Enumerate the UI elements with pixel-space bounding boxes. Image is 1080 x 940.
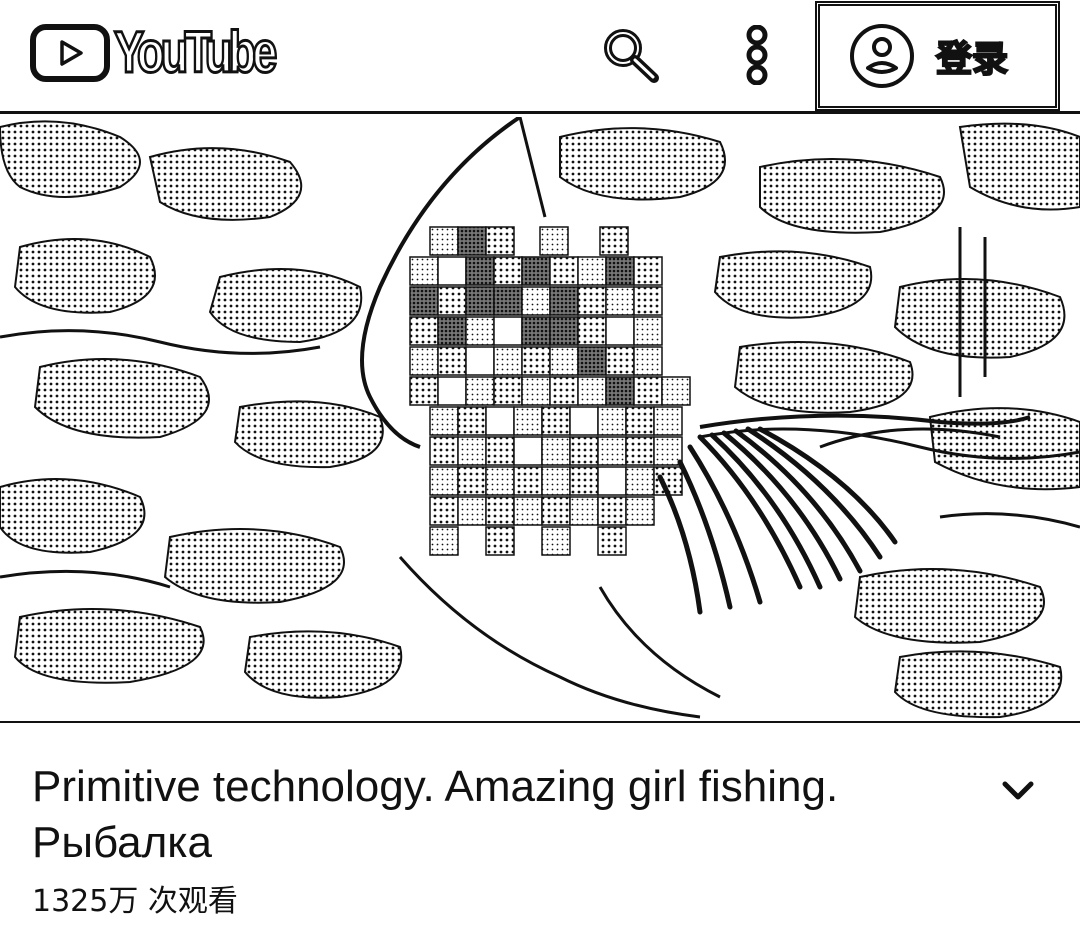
chevron-down-icon <box>1002 781 1034 800</box>
video-thumbnail <box>0 117 1080 721</box>
youtube-play-icon <box>30 24 110 82</box>
sign-in-label: 登录 <box>935 38 1009 81</box>
top-app-bar: YouTube 登录 <box>0 0 1080 114</box>
search-button[interactable] <box>595 22 667 88</box>
video-player[interactable] <box>0 117 1080 723</box>
youtube-logo[interactable]: YouTube <box>30 20 318 86</box>
more-vertical-icon <box>746 25 768 85</box>
expand-description-button[interactable] <box>990 769 1046 813</box>
youtube-wordmark: YouTube <box>113 20 279 85</box>
search-icon <box>604 29 659 83</box>
video-info: Primitive technology. Amazing girl fishi… <box>0 723 1080 940</box>
account-circle-icon <box>850 24 914 88</box>
sign-in-button[interactable]: 登录 <box>815 1 1060 111</box>
view-count: 1325万 次观看 <box>32 884 238 919</box>
video-title[interactable]: Primitive technology. Amazing girl fishi… <box>32 759 972 871</box>
more-options-button[interactable] <box>728 22 786 88</box>
